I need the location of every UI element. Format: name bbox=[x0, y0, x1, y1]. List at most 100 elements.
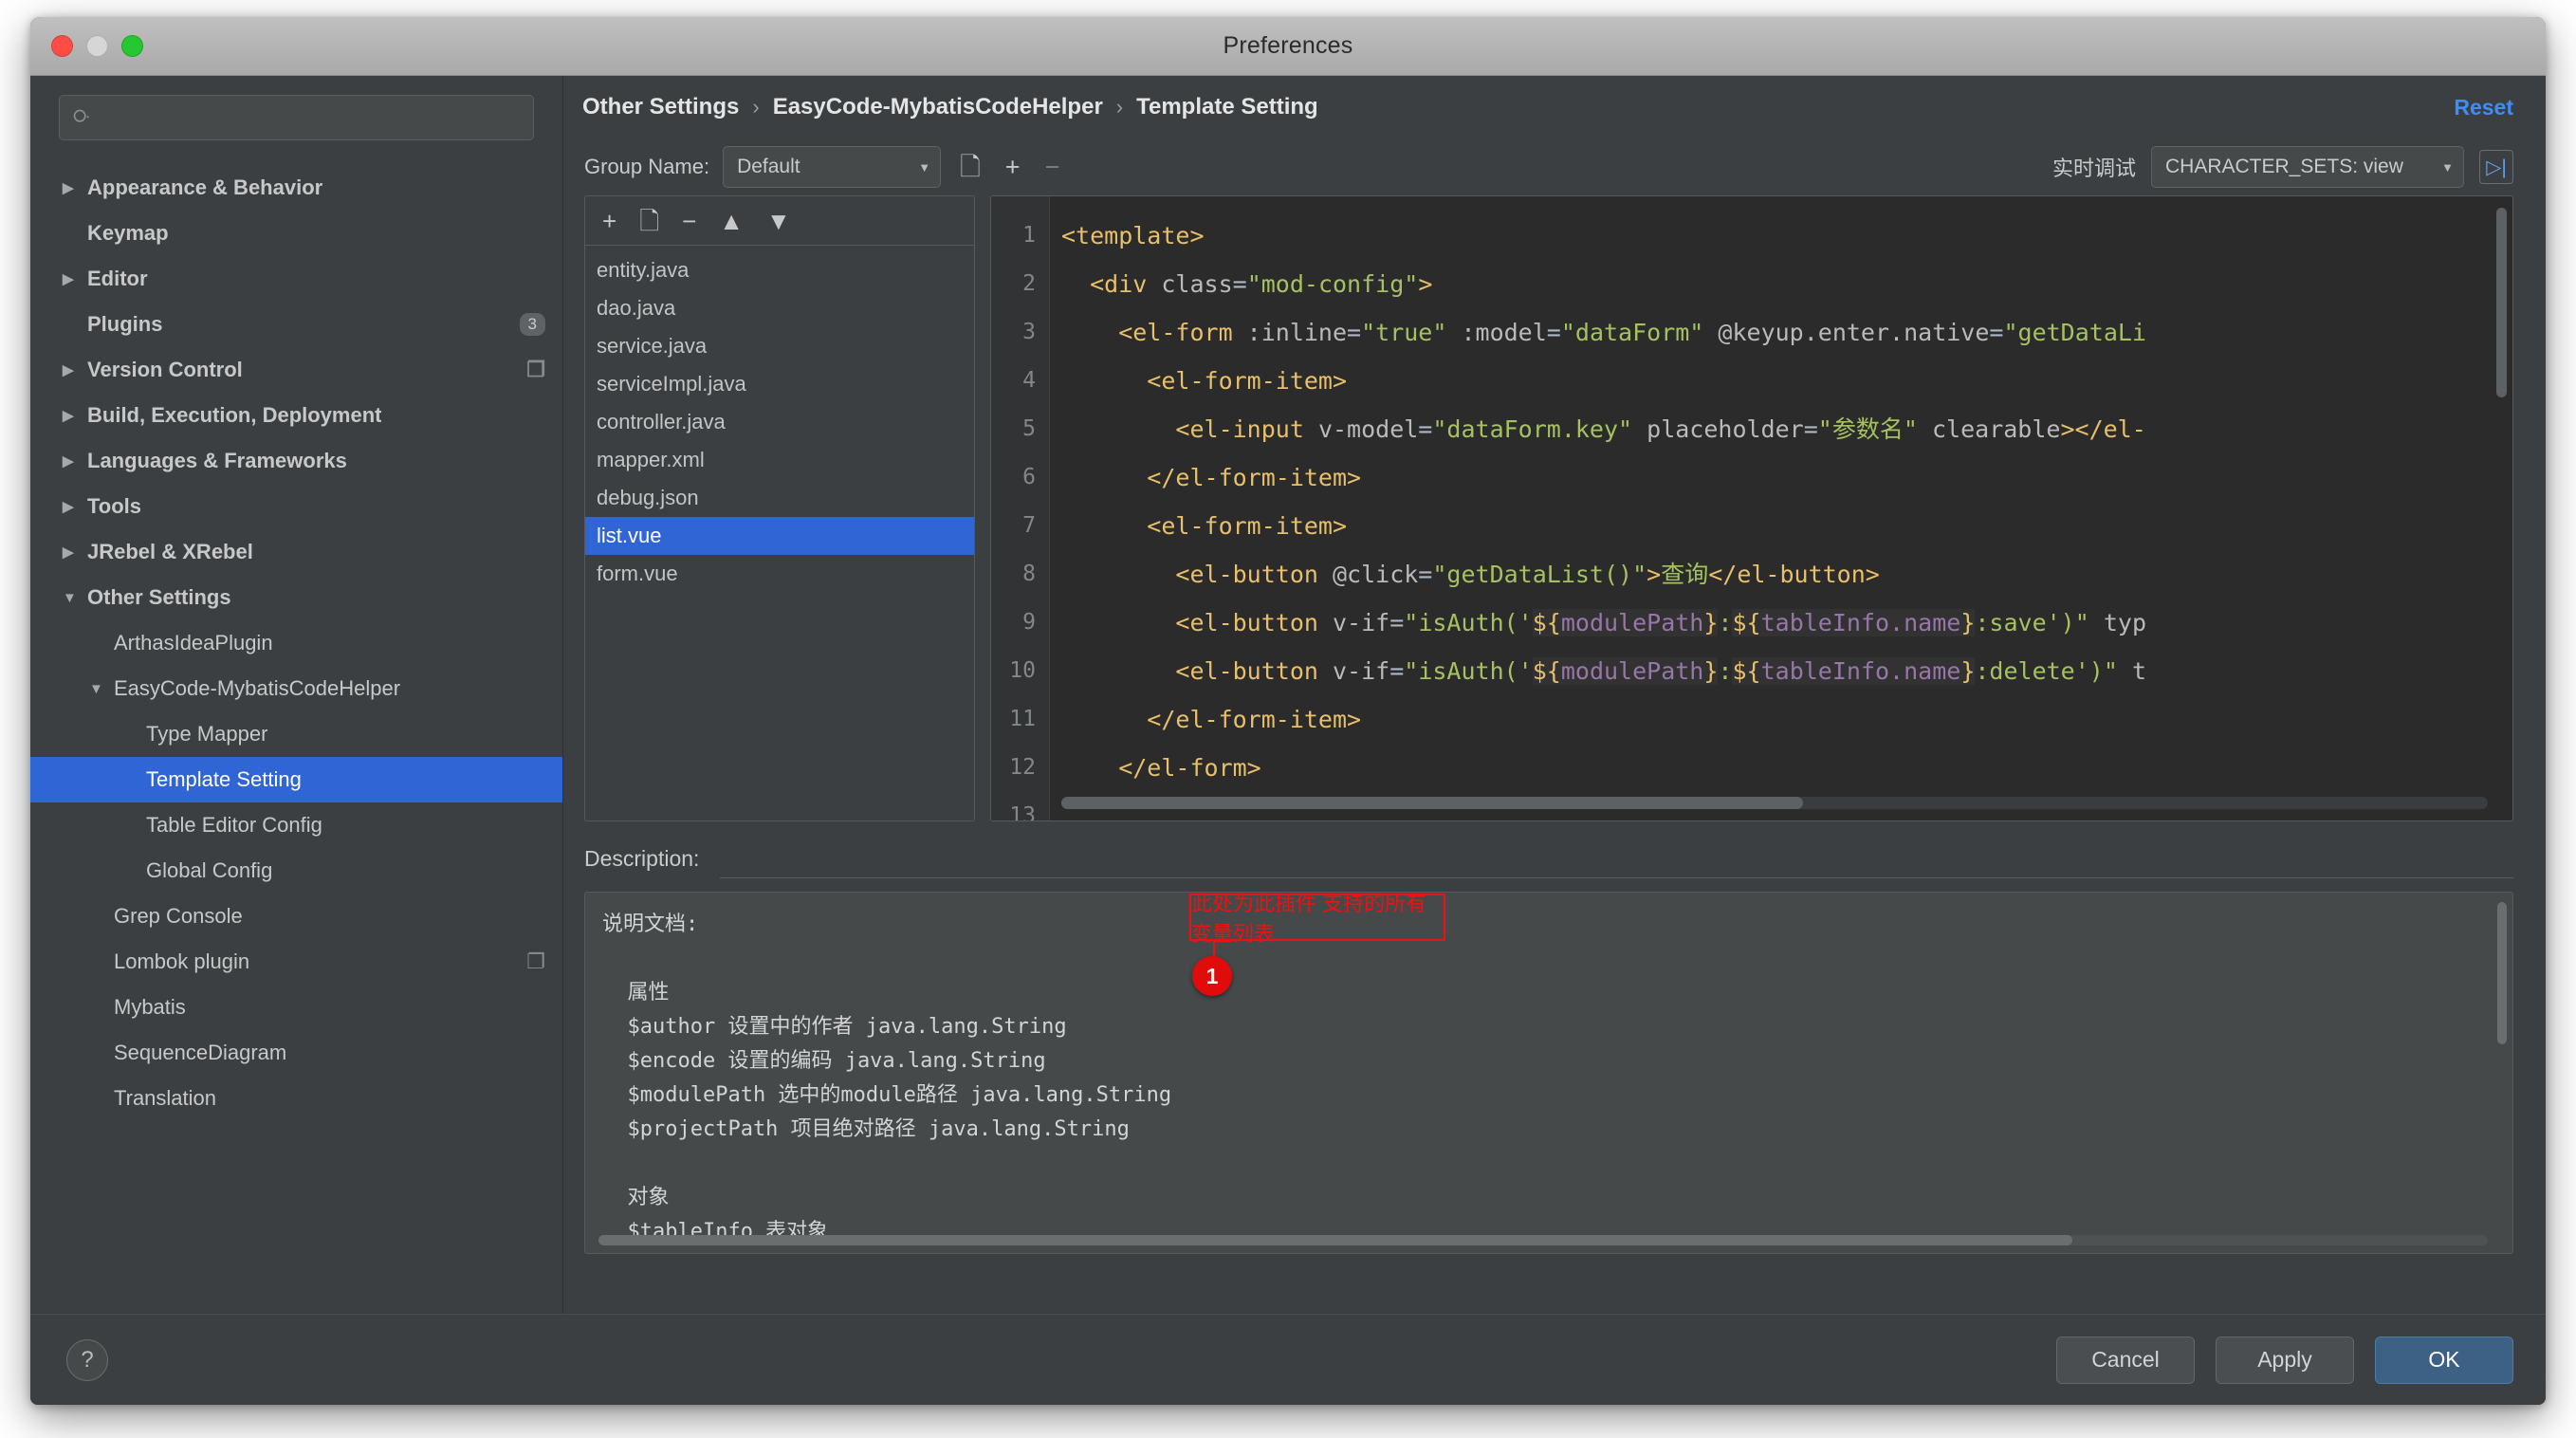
breadcrumb-item-1[interactable]: EasyCode-MybatisCodeHelper bbox=[773, 94, 1103, 120]
editor-vertical-scrollbar[interactable] bbox=[2496, 208, 2507, 397]
sidebar-item-other-settings[interactable]: ▼ Other Settings bbox=[30, 575, 562, 620]
add-group-icon[interactable]: + bbox=[1000, 154, 1026, 180]
dialog-buttons: Cancel Apply OK bbox=[2056, 1336, 2513, 1384]
sidebar-item-build-execution-deployment[interactable]: ▶ Build, Execution, Deployment bbox=[30, 393, 562, 438]
code-token: tableInfo.name bbox=[1760, 657, 1961, 685]
sidebar-item-keymap[interactable]: Keymap bbox=[30, 211, 562, 256]
copy-icon[interactable]: ❐ bbox=[526, 358, 545, 382]
ok-button[interactable]: OK bbox=[2375, 1336, 2513, 1384]
code-token: <el-button bbox=[1061, 561, 1333, 588]
chevron-right-icon[interactable]: ▶ bbox=[63, 452, 87, 470]
description-input[interactable] bbox=[720, 839, 2513, 878]
sidebar-item-easycode-mybatiscodehelper[interactable]: ▼ EasyCode-MybatisCodeHelper bbox=[30, 666, 562, 711]
list-item[interactable]: service.java bbox=[585, 327, 974, 365]
code-token: ${ bbox=[1732, 609, 1761, 636]
code-token: </el-form-item> bbox=[1061, 464, 1362, 491]
sidebar-item-arthasideaplugin[interactable]: ArthasIdeaPlugin bbox=[30, 620, 562, 666]
chevron-right-icon[interactable]: ▶ bbox=[63, 407, 87, 424]
chevron-down-icon[interactable]: ▼ bbox=[63, 590, 87, 606]
sidebar-item-label: Plugins bbox=[87, 312, 163, 336]
help-button[interactable]: ? bbox=[66, 1338, 108, 1381]
plus-icon[interactable]: + bbox=[602, 209, 616, 233]
sidebar-item-editor[interactable]: ▶ Editor bbox=[30, 256, 562, 302]
list-item[interactable]: form.vue bbox=[585, 555, 974, 593]
chevron-right-icon[interactable]: ▶ bbox=[63, 270, 87, 287]
annotation-badge: 1 bbox=[1192, 956, 1232, 996]
list-item[interactable]: entity.java bbox=[585, 251, 974, 289]
chevron-down-icon[interactable]: ▼ bbox=[89, 681, 114, 697]
list-item[interactable]: debug.json bbox=[585, 479, 974, 517]
line-number: 3 bbox=[1022, 320, 1036, 344]
chevron-right-icon[interactable]: ▶ bbox=[63, 544, 87, 561]
code-token: :save')" bbox=[1975, 609, 2089, 636]
list-item[interactable]: controller.java bbox=[585, 403, 974, 441]
sidebar-item-global-config[interactable]: Global Config bbox=[30, 848, 562, 894]
chevron-right-icon[interactable]: ▶ bbox=[63, 498, 87, 515]
code-token: :inline bbox=[1246, 319, 1348, 346]
sidebar-item-type-mapper[interactable]: Type Mapper bbox=[30, 711, 562, 757]
file-name-label: debug.json bbox=[597, 486, 699, 509]
run-icon[interactable]: ▷| bbox=[2479, 150, 2513, 184]
remove-group-icon[interactable]: − bbox=[1040, 154, 1066, 180]
doc-line: $author 设置中的作者 java.lang.String bbox=[602, 1015, 1067, 1039]
doc-line bbox=[602, 942, 2495, 976]
group-name-select[interactable]: Default ▼ bbox=[723, 146, 942, 188]
breadcrumb-item-2[interactable]: Template Setting bbox=[1136, 94, 1318, 120]
doc-horizontal-scrollbar[interactable] bbox=[598, 1235, 2488, 1245]
apply-button[interactable]: Apply bbox=[2216, 1336, 2354, 1384]
sidebar-item-template-setting[interactable]: Template Setting bbox=[30, 757, 562, 802]
settings-content: Other Settings › EasyCode-MybatisCodeHel… bbox=[563, 76, 2546, 1405]
code-token: = bbox=[1989, 319, 2004, 346]
template-file-list[interactable]: entity.java dao.java service.java serviceIm… bbox=[585, 246, 974, 820]
minus-icon[interactable]: − bbox=[682, 209, 696, 233]
sidebar-item-languages-frameworks[interactable]: ▶ Languages & Frameworks bbox=[30, 438, 562, 484]
sidebar-item-translation[interactable]: Translation bbox=[30, 1076, 562, 1121]
editor-code-area[interactable]: <template> <div class="mod-config"> <el-… bbox=[1050, 196, 2512, 820]
list-item[interactable]: dao.java bbox=[585, 289, 974, 327]
code-token: ${ bbox=[1532, 609, 1561, 636]
chevron-right-icon[interactable]: ▶ bbox=[63, 179, 87, 196]
code-token: > bbox=[1647, 561, 1662, 588]
sidebar-item-mybatis[interactable]: Mybatis bbox=[30, 985, 562, 1030]
sidebar-item-plugins[interactable]: Plugins 3 bbox=[30, 302, 562, 347]
documentation-panel[interactable]: 说明文档: 属性 $author 设置中的作者 java.lang.String… bbox=[584, 892, 2513, 1254]
breadcrumb-item-0[interactable]: Other Settings bbox=[582, 94, 739, 120]
list-item[interactable]: mapper.xml bbox=[585, 441, 974, 479]
copy-icon[interactable]: 🗋 bbox=[639, 209, 659, 233]
list-item[interactable]: serviceImpl.java bbox=[585, 365, 974, 403]
reset-link[interactable]: Reset bbox=[2454, 95, 2513, 120]
debug-target-select[interactable]: CHARACTER_SETS: view ▼ bbox=[2151, 146, 2464, 188]
list-item[interactable]: list.vue bbox=[585, 517, 974, 555]
chevron-right-icon[interactable]: ▶ bbox=[63, 361, 87, 378]
sidebar-item-label: Keymap bbox=[87, 221, 169, 245]
sidebar-item-sequencediagram[interactable]: SequenceDiagram bbox=[30, 1030, 562, 1076]
move-up-icon[interactable]: ▲ bbox=[719, 209, 744, 233]
sidebar-item-jrebel-xrebel[interactable]: ▶ JRebel & XRebel bbox=[30, 529, 562, 575]
settings-tree[interactable]: ▶ Appearance & Behavior Keymap ▶ Editor Plugi… bbox=[30, 156, 562, 1405]
code-token: } bbox=[1960, 657, 1976, 685]
sidebar-item-lombok-plugin[interactable]: Lombok plugin ❐ bbox=[30, 939, 562, 985]
code-token: = bbox=[1232, 270, 1247, 298]
editor-horizontal-scrollbar[interactable] bbox=[1061, 797, 2488, 809]
doc-vertical-scrollbar[interactable] bbox=[2497, 902, 2507, 1044]
file-name-label: service.java bbox=[597, 334, 708, 358]
code-editor[interactable]: 1 2 3 4 5 6 7 8 9 10 11 12 13 <template> <div class=… bbox=[990, 195, 2513, 821]
sidebar-item-tools[interactable]: ▶ Tools bbox=[30, 484, 562, 529]
code-line: <el-button v-if="isAuth('${modulePath}:$… bbox=[1061, 647, 2512, 695]
code-token: ${ bbox=[1532, 657, 1561, 685]
sidebar-item-version-control[interactable]: ▶ Version Control ❐ bbox=[30, 347, 562, 393]
copy-icon[interactable]: ❐ bbox=[526, 949, 545, 974]
sidebar-item-label: SequenceDiagram bbox=[114, 1041, 287, 1064]
sidebar-item-label: ArthasIdeaPlugin bbox=[114, 631, 273, 654]
cancel-button[interactable]: Cancel bbox=[2056, 1336, 2195, 1384]
search-input[interactable] bbox=[98, 106, 522, 129]
sidebar-item-grep-console[interactable]: Grep Console bbox=[30, 894, 562, 939]
doc-line: $modulePath 选中的module路径 java.lang.String bbox=[602, 1083, 1172, 1107]
sidebar-item-appearance-behavior[interactable]: ▶ Appearance & Behavior bbox=[30, 165, 562, 211]
move-down-icon[interactable]: ▼ bbox=[766, 209, 791, 233]
search-box[interactable] bbox=[59, 95, 534, 140]
sidebar-item-table-editor-config[interactable]: Table Editor Config bbox=[30, 802, 562, 848]
copy-group-icon[interactable]: 🗋 bbox=[954, 154, 986, 180]
code-token: } bbox=[1703, 609, 1719, 636]
